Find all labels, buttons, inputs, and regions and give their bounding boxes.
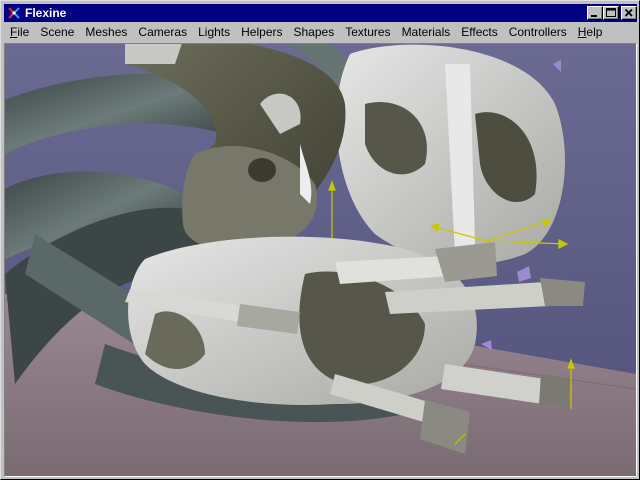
menu-file-label: ile xyxy=(17,25,30,39)
menu-bar: File Scene Meshes Cameras Lights Helpers… xyxy=(4,23,637,42)
cow-hoof-5 xyxy=(539,374,571,406)
close-icon xyxy=(624,8,633,17)
3d-viewport[interactable] xyxy=(4,43,637,477)
menu-lights[interactable]: Lights xyxy=(192,24,235,41)
maximize-icon xyxy=(606,8,616,17)
menu-shapes[interactable]: Shapes xyxy=(288,24,340,41)
menu-help[interactable]: Help xyxy=(572,24,608,41)
app-logo-icon xyxy=(7,6,21,20)
cow-leg-top xyxy=(125,44,182,64)
menu-meshes[interactable]: Meshes xyxy=(79,24,132,41)
cow-hoof-2 xyxy=(540,278,585,306)
cow-hoof-1 xyxy=(435,242,497,282)
maximize-button[interactable] xyxy=(603,6,619,20)
minimize-icon xyxy=(591,15,597,17)
cow-nostril xyxy=(248,158,276,182)
menu-file[interactable]: File xyxy=(4,24,34,41)
app-window: Flexine File Scene Meshes Cameras Lights… xyxy=(0,0,640,480)
minimize-button[interactable] xyxy=(587,6,603,20)
scene-render xyxy=(5,44,636,476)
menu-scene[interactable]: Scene xyxy=(34,24,79,41)
menu-cameras[interactable]: Cameras xyxy=(132,24,192,41)
menu-materials[interactable]: Materials xyxy=(396,24,456,41)
menu-helpers[interactable]: Helpers xyxy=(235,24,287,41)
title-bar[interactable]: Flexine xyxy=(4,4,637,22)
menu-effects[interactable]: Effects xyxy=(455,24,502,41)
window-title: Flexine xyxy=(25,6,67,20)
menu-controllers[interactable]: Controllers xyxy=(503,24,572,41)
menu-textures[interactable]: Textures xyxy=(339,24,395,41)
close-button[interactable] xyxy=(621,6,637,20)
menu-help-label: elp xyxy=(586,25,603,39)
